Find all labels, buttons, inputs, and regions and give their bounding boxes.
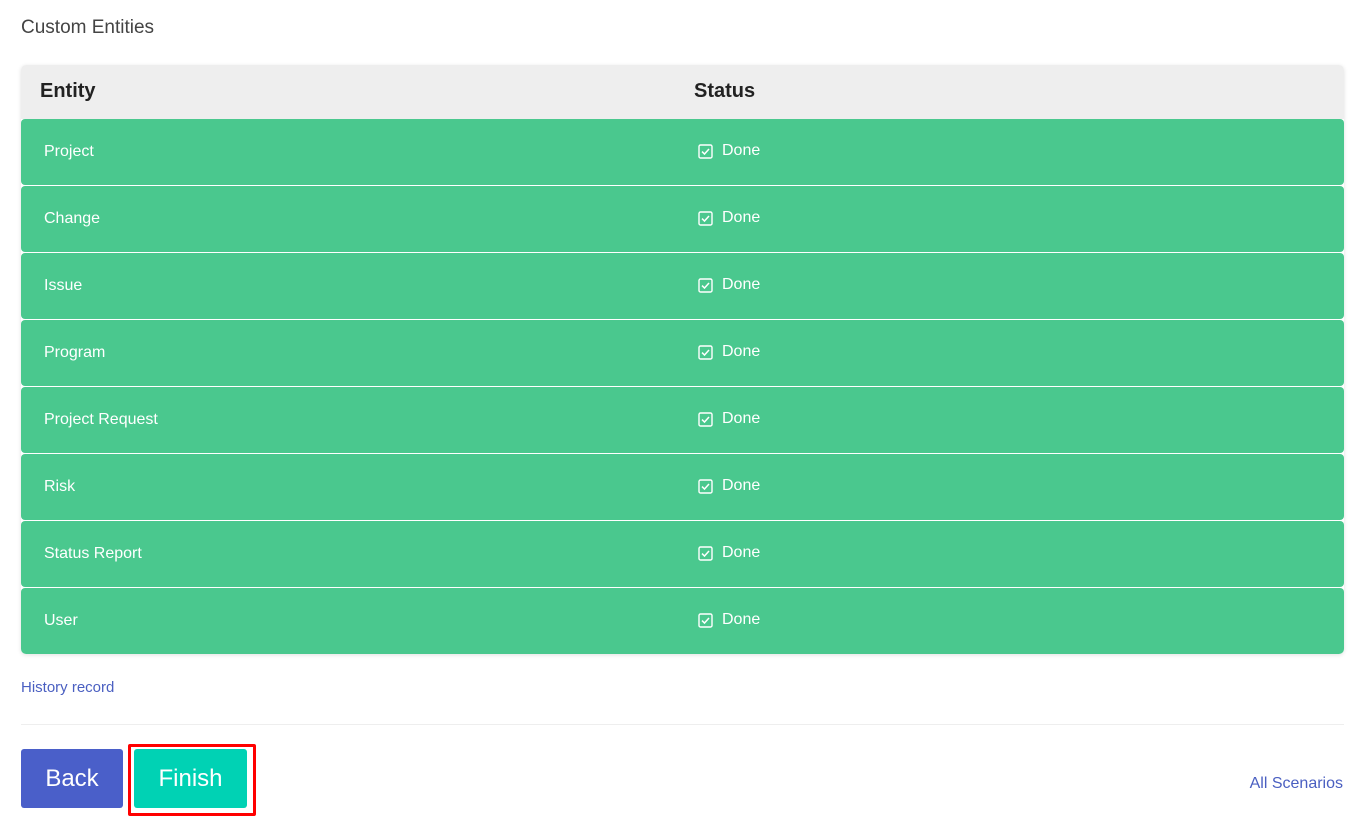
status-cell: Done <box>698 544 760 562</box>
entity-name: Project Request <box>44 411 158 428</box>
status-text: Done <box>722 343 761 360</box>
status-text: Done <box>722 209 761 226</box>
column-header-entity: Entity <box>40 80 96 102</box>
checkbox-checked-icon <box>698 277 713 293</box>
status-text: Done <box>722 544 761 561</box>
status-text: Done <box>722 410 761 427</box>
divider <box>21 724 1344 725</box>
status-text: Done <box>722 477 761 494</box>
entities-table: Entity Status Project Done Change Done I… <box>21 65 1344 654</box>
checkbox-checked-icon <box>698 344 713 360</box>
table-row: Issue Done <box>21 253 1344 319</box>
checkbox-checked-icon <box>698 411 713 427</box>
finish-button[interactable]: Finish <box>134 749 247 808</box>
status-cell: Done <box>698 477 760 495</box>
history-record-link[interactable]: History record <box>21 679 114 696</box>
entity-name: User <box>44 612 78 629</box>
status-text: Done <box>722 611 761 628</box>
checkbox-checked-icon <box>698 478 713 494</box>
column-header-status: Status <box>694 80 756 102</box>
entity-name: Issue <box>44 277 83 294</box>
entity-name: Status Report <box>44 545 142 562</box>
status-cell: Done <box>698 410 760 428</box>
status-cell: Done <box>698 611 760 629</box>
checkbox-checked-icon <box>698 143 713 159</box>
status-cell: Done <box>698 276 760 294</box>
table-header: Entity Status <box>21 65 1344 119</box>
status-cell: Done <box>698 142 760 160</box>
entity-name: Change <box>44 210 101 227</box>
table-row: Project Request Done <box>21 387 1344 453</box>
all-scenarios-link[interactable]: All Scenarios <box>1250 775 1343 793</box>
page: Custom Entities Entity Status Project Do… <box>0 0 1372 833</box>
status-text: Done <box>722 142 761 159</box>
checkbox-checked-icon <box>698 612 713 628</box>
checkbox-checked-icon <box>698 545 713 561</box>
table-row: Status Report Done <box>21 521 1344 587</box>
table-row: Risk Done <box>21 454 1344 520</box>
status-text: Done <box>722 276 761 293</box>
entity-name: Project <box>44 143 94 160</box>
checkbox-checked-icon <box>698 210 713 226</box>
table-row: User Done <box>21 588 1344 654</box>
entity-name: Risk <box>44 478 76 495</box>
status-cell: Done <box>698 343 760 361</box>
entity-name: Program <box>44 344 106 361</box>
table-row: Project Done <box>21 119 1344 185</box>
table-row: Change Done <box>21 186 1344 252</box>
section-title: Custom Entities <box>21 17 155 38</box>
table-row: Program Done <box>21 320 1344 386</box>
back-button[interactable]: Back <box>21 749 123 808</box>
status-cell: Done <box>698 209 760 227</box>
